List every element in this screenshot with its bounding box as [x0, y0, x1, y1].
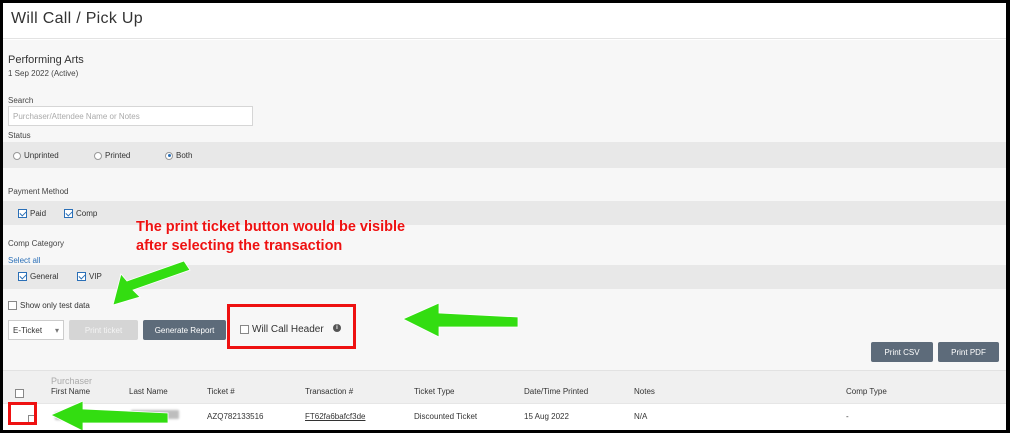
arrow-to-print-ticket	[112, 260, 191, 306]
annotation-arrows	[50, 260, 519, 430]
window: Will Call / Pick Up Performing Arts 1 Se…	[3, 3, 1006, 430]
arrow-to-will-call-header	[402, 302, 519, 338]
arrow-to-row-checkbox	[50, 400, 169, 430]
